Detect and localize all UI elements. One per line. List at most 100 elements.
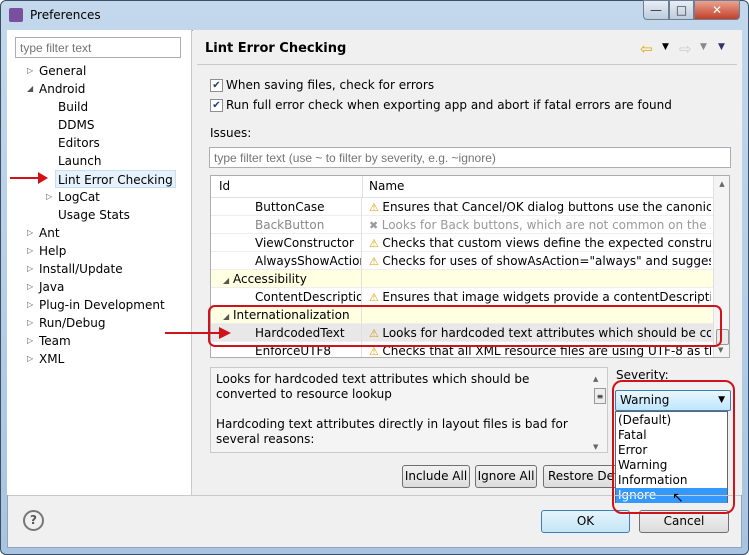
ok-button[interactable]: OK	[541, 510, 630, 533]
scroll-down-icon[interactable]: ▼	[718, 346, 723, 354]
issue-id: ContentDescription	[255, 290, 362, 304]
annotation-arrow-head	[38, 172, 48, 184]
tree-item[interactable]: Help	[39, 242, 66, 260]
warning-icon: ⚠	[369, 291, 383, 304]
issue-id: ViewConstructor	[255, 236, 354, 250]
description-summary: Looks for hardcoded text attributes whic…	[216, 372, 530, 401]
cell-id: ButtonCase	[211, 198, 362, 216]
tree-item[interactable]: Android	[39, 80, 85, 98]
warning-icon: ⚠	[369, 255, 383, 268]
issue-id: Accessibility	[232, 272, 307, 286]
tree-item[interactable]: Launch	[58, 152, 101, 170]
collapsed-triangle-icon[interactable]: ▷	[27, 66, 33, 75]
table-row[interactable]: ViewConstructor ⚠ Checks that custom view…	[211, 234, 713, 252]
issue-name: Checks for uses of showAsAction="always"…	[382, 254, 711, 268]
issue-id: BackButton	[255, 218, 325, 232]
warning-icon: ⚠	[369, 237, 383, 250]
collapsed-triangle-icon[interactable]: ▷	[46, 192, 52, 201]
tree-item[interactable]: Plug-in Development	[39, 296, 165, 314]
cell-id: ContentDescription	[211, 288, 362, 306]
forward-arrow-icon[interactable]: ⇨	[679, 40, 692, 58]
issue-name: Ensures that image widgets provide a con…	[382, 290, 711, 304]
page-title: Lint Error Checking	[205, 41, 347, 56]
tree-item[interactable]: LogCat	[58, 188, 100, 206]
tree-item[interactable]: Build	[58, 98, 88, 116]
description-scrollbar[interactable]: ▲ ≡ ▼	[593, 368, 608, 452]
cell-id: ◢ Accessibility	[211, 270, 362, 288]
tree-item[interactable]: Usage Stats	[58, 206, 130, 224]
issue-description: Looks for hardcoded text attributes whic…	[210, 367, 608, 453]
tree-item[interactable]: Editors	[58, 134, 100, 152]
tree-item[interactable]: XML	[39, 350, 64, 368]
forward-menu-chevron-icon[interactable]: ▼	[700, 42, 707, 52]
collapsed-triangle-icon[interactable]: ▷	[27, 318, 33, 327]
tree-item[interactable]: Team	[39, 332, 71, 350]
include-all-button[interactable]: Include All	[402, 465, 470, 488]
expanded-triangle-icon[interactable]: ◢	[223, 276, 229, 285]
collapsed-triangle-icon[interactable]: ▷	[27, 228, 33, 237]
save-check-label: When saving files, check for errors	[226, 78, 435, 92]
tree-item[interactable]: General	[39, 62, 86, 80]
export-check-checkbox[interactable]: ✔	[210, 99, 223, 112]
app-icon	[9, 8, 23, 22]
collapsed-triangle-icon[interactable]: ▷	[27, 336, 33, 345]
cell-id: AlwaysShowAction	[211, 252, 362, 270]
table-header: Id Name	[211, 176, 729, 198]
tree-item[interactable]: Run/Debug	[39, 314, 106, 332]
view-menu-icon[interactable]: ▼	[718, 42, 725, 52]
header-divider	[197, 64, 737, 65]
cell-name: ✖ Looks for Back buttons, which are not …	[363, 216, 711, 235]
mouse-cursor-icon: ↖	[672, 490, 684, 506]
issue-name: Ensures that Cancel/OK dialog buttons us…	[382, 200, 711, 214]
maximize-button[interactable]: □	[669, 0, 694, 20]
scroll-up-icon[interactable]: ▲	[593, 372, 608, 387]
issue-name: Looks for Back buttons, which are not co…	[381, 218, 711, 232]
issue-id: AlwaysShowAction	[255, 254, 362, 268]
table-row[interactable]: ButtonCase ⚠ Ensures that Cancel/OK dialo…	[211, 198, 713, 216]
issues-label: Issues:	[210, 126, 252, 140]
ignored-icon: ✖	[369, 219, 382, 232]
collapsed-triangle-icon[interactable]: ▷	[27, 354, 33, 363]
cell-name: ⚠ Checks for uses of showAsAction="alway…	[363, 252, 711, 271]
description-detail: Hardcoding text attributes directly in l…	[216, 417, 568, 446]
category-row[interactable]: ◢ Accessibility	[211, 270, 713, 288]
table-row[interactable]: BackButton ✖ Looks for Back buttons, whic…	[211, 216, 713, 234]
cell-id: BackButton	[211, 216, 362, 234]
close-button[interactable]: ✕	[694, 0, 740, 20]
minimize-button[interactable]: —	[643, 0, 669, 20]
collapsed-triangle-icon[interactable]: ▷	[27, 246, 33, 255]
help-icon[interactable]: ?	[23, 510, 44, 531]
tree-item[interactable]: Ant	[39, 224, 60, 242]
collapsed-triangle-icon[interactable]: ▷	[27, 264, 33, 273]
export-check-label: Run full error check when exporting app …	[226, 98, 672, 112]
annotation-highlight-row	[208, 305, 722, 347]
tree-item[interactable]: Lint Error Checking	[55, 170, 176, 188]
save-check-checkbox[interactable]: ✔	[210, 79, 223, 92]
cell-name: ⚠ Ensures that Cancel/OK dialog buttons …	[363, 198, 711, 217]
tree-item[interactable]: Java	[39, 278, 64, 296]
window-title: Preferences	[30, 8, 101, 22]
restore-defaults-button[interactable]: Restore Defaults	[543, 465, 615, 488]
warning-icon: ⚠	[369, 201, 383, 214]
annotation-arrow-line	[10, 177, 40, 179]
expanded-triangle-icon[interactable]: ◢	[27, 84, 33, 93]
table-row[interactable]: ContentDescription ⚠ Ensures that image w…	[211, 288, 713, 306]
restore-defaults-clip: Restore Defaults	[543, 465, 615, 488]
cell-name: ⚠ Checks that custom views define the ex…	[363, 234, 711, 253]
scroll-down-icon[interactable]: ▼	[593, 440, 598, 455]
tree-item[interactable]: DDMS	[58, 116, 94, 134]
cell-id: ViewConstructor	[211, 234, 362, 252]
back-menu-chevron-icon[interactable]: ▼	[662, 42, 669, 52]
ignore-all-button[interactable]: Ignore All	[475, 465, 537, 488]
scroll-thumb[interactable]: ≡	[594, 388, 606, 404]
collapsed-triangle-icon[interactable]: ▷	[27, 300, 33, 309]
column-header-id[interactable]: Id	[219, 176, 230, 197]
collapsed-triangle-icon[interactable]: ▷	[27, 282, 33, 291]
sidebar-filter-input[interactable]	[15, 37, 181, 58]
scroll-up-icon[interactable]: ▲	[714, 180, 729, 188]
table-row[interactable]: AlwaysShowAction ⚠ Checks for uses of sho…	[211, 252, 713, 270]
tree-item[interactable]: Install/Update	[39, 260, 123, 278]
issues-filter-input[interactable]	[209, 147, 731, 168]
column-header-name[interactable]: Name	[369, 176, 404, 197]
back-arrow-icon[interactable]: ⇦	[640, 40, 653, 58]
